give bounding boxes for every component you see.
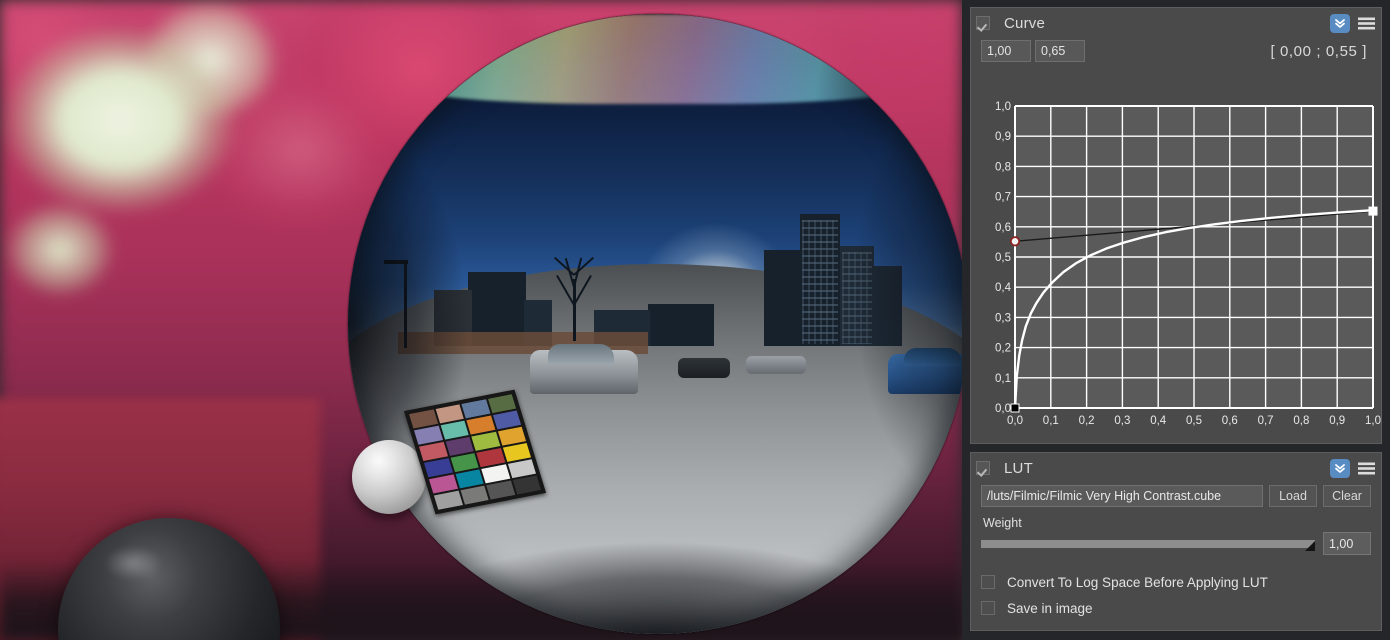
curve-header-actions <box>1330 13 1375 33</box>
checker-swatch <box>486 480 515 500</box>
x-tick-label: 0,4 <box>1150 415 1167 427</box>
checker-swatch <box>512 475 541 495</box>
y-tick-label: 0,5 <box>995 252 1011 264</box>
lut-option-convert-log[interactable]: Convert To Log Space Before Applying LUT <box>971 569 1381 595</box>
y-tick-label: 0,4 <box>995 282 1012 294</box>
curve-y-input[interactable]: 0,65 <box>1035 40 1085 62</box>
x-tick-label: 0,9 <box>1329 415 1345 427</box>
x-tick-label: 1,0 <box>1365 415 1381 427</box>
curve-module-title: Curve <box>1004 14 1046 32</box>
black-sphere-highlight <box>104 546 162 580</box>
lut-clear-button[interactable]: Clear <box>1323 485 1371 507</box>
grey-diffuse-sphere <box>352 440 426 514</box>
slider-fill <box>981 539 1315 548</box>
save-in-image-checkbox[interactable] <box>981 601 995 615</box>
curve-enable-checkbox[interactable] <box>976 16 990 30</box>
sphere-rim-vignette <box>348 14 962 634</box>
x-tick-label: 0,6 <box>1222 415 1238 427</box>
x-tick-label: 0,0 <box>1007 415 1023 427</box>
convert-to-log-space-label: Convert To Log Space Before Applying LUT <box>1007 574 1268 590</box>
lut-load-button[interactable]: Load <box>1269 485 1317 507</box>
y-tick-label: 0,0 <box>995 403 1011 415</box>
lut-file-row: /luts/Filmic/Filmic Very High Contrast.c… <box>971 483 1381 509</box>
convert-to-log-space-checkbox[interactable] <box>981 575 995 589</box>
checker-swatch <box>460 485 489 505</box>
lut-path-input[interactable]: /luts/Filmic/Filmic Very High Contrast.c… <box>981 485 1263 507</box>
curve-plot-svg[interactable]: 0,0 0,1 0,2 0,3 0,4 0,5 0,6 0,7 0,8 0,9 1,0 0,0 0,1 0… <box>981 96 1381 436</box>
curve-range-readout: [ 0,00 ; 0,55 ] <box>1270 42 1367 60</box>
x-tick-label: 0,8 <box>1293 415 1309 427</box>
lut-header-actions <box>1330 458 1375 478</box>
app-root: Curve 1,00 0,65 [0,00 ; 0,55] 0,0 0,1 … <box>0 0 1390 640</box>
x-tick-label: 0,2 <box>1079 415 1095 427</box>
y-tick-label: 0,9 <box>995 131 1011 143</box>
lut-weight-label: Weight <box>983 516 1022 530</box>
lut-module-header: LUT <box>971 453 1381 483</box>
y-tick-label: 0,2 <box>995 343 1011 355</box>
x-tick-label: 0,1 <box>1043 415 1059 427</box>
image-preview[interactable] <box>0 0 962 640</box>
curve-x-input[interactable]: 1,00 <box>981 40 1031 62</box>
x-tick-label: 0,5 <box>1186 415 1202 427</box>
save-in-image-label: Save in image <box>1007 600 1093 616</box>
chevron-double-down-icon[interactable] <box>1330 458 1350 478</box>
hamburger-menu-icon[interactable] <box>1357 460 1375 476</box>
hamburger-menu-icon[interactable] <box>1357 15 1375 31</box>
checker-swatch <box>433 490 463 510</box>
chrome-mirror-sphere <box>348 14 962 634</box>
y-tick-label: 1,0 <box>995 101 1011 113</box>
lut-module: LUT /luts/Filmic/Filmic Very High Contra… <box>970 452 1382 631</box>
control-point-origin-point[interactable] <box>1010 403 1020 413</box>
y-tick-label: 0,6 <box>995 222 1011 234</box>
lut-weight-slider[interactable] <box>981 538 1315 551</box>
x-tick-label: 0,3 <box>1114 415 1130 427</box>
lut-module-title: LUT <box>1004 459 1033 477</box>
curve-module-header: Curve <box>971 8 1381 38</box>
lut-enable-checkbox[interactable] <box>976 461 990 475</box>
curve-value-row: 1,00 0,65 [ 0,00 ; 0,55 ] <box>971 38 1381 64</box>
lut-option-save-in-image[interactable]: Save in image <box>971 595 1381 621</box>
y-tick-label: 0,1 <box>995 373 1011 385</box>
lut-weight-input[interactable]: 1,00 <box>1323 532 1371 555</box>
right-panel: Curve 1,00 0,65 [0,00 ; 0,55] 0,0 0,1 … <box>962 0 1390 640</box>
control-point-selected-point[interactable] <box>1009 236 1021 247</box>
curve-module: Curve 1,00 0,65 [0,00 ; 0,55] 0,0 0,1 … <box>970 7 1382 444</box>
lut-weight-row: 1,00 <box>971 532 1381 555</box>
y-tick-label: 0,3 <box>995 312 1011 324</box>
control-point-end-point[interactable] <box>1368 206 1378 216</box>
slider-handle[interactable] <box>1305 540 1315 551</box>
chevron-double-down-icon[interactable] <box>1330 13 1350 33</box>
y-tick-label: 0,8 <box>995 161 1011 173</box>
curve-graph[interactable]: 0,0 0,1 0,2 0,3 0,4 0,5 0,6 0,7 0,8 0,9 1,0 0,0 0,1 0… <box>981 96 1381 436</box>
y-tick-label: 0,7 <box>995 192 1011 204</box>
x-tick-label: 0,7 <box>1258 415 1274 427</box>
